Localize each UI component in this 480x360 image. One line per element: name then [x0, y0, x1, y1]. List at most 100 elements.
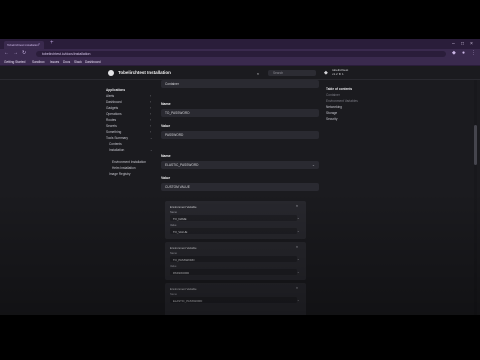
card-title: Environment Variable [170, 205, 197, 209]
reload-icon[interactable]: ↻ [22, 50, 26, 56]
chevron-right-icon[interactable]: › [150, 100, 151, 104]
profile-icon[interactable]: ● [462, 50, 465, 56]
site-logo[interactable] [108, 70, 114, 76]
value-select[interactable]: CUSTOM VALUE [161, 183, 319, 191]
address-bar[interactable]: tobelirchtest.io/docs/installation [36, 50, 446, 57]
chevron-down-icon[interactable]: ⌄ [297, 216, 300, 220]
name-label: Name [161, 102, 171, 106]
close-icon[interactable]: × [38, 41, 40, 46]
window-close-icon[interactable]: × [470, 41, 473, 47]
card-name-label: Name [170, 211, 177, 214]
sidebar-item[interactable]: Gadgets [106, 106, 118, 110]
chevron-right-icon[interactable]: › [150, 130, 151, 134]
chevron-down-icon[interactable]: ⌄ [150, 136, 153, 140]
toc-item[interactable]: Networking [326, 105, 342, 109]
close-icon[interactable]: × [296, 245, 298, 249]
repo-link[interactable]: tobelirchtest v1.2 ★ 1 [332, 68, 348, 76]
card-name-input[interactable]: ELASTIC_PASSWORD [170, 297, 297, 303]
sidebar-item[interactable]: Operations [106, 112, 122, 116]
site-title[interactable]: Tobelirchtest Installation [118, 70, 171, 75]
card-value-label: Value [170, 265, 177, 268]
sidebar-item[interactable]: Helm Installation [112, 166, 136, 170]
sidebar-item[interactable]: Image Registry [109, 172, 130, 176]
menu-icon[interactable]: ⋮ [471, 50, 476, 56]
browser-toolbar: ← → ↻ tobelirchtest.io/docs/installation… [0, 49, 480, 58]
sidebar-item[interactable]: Routes [106, 118, 116, 122]
chevron-down-icon[interactable]: ⌄ [297, 257, 300, 261]
card-value-value: TO_VALUE [173, 229, 188, 234]
sidebar-item[interactable]: Dashboard [106, 100, 122, 104]
sidebar-item-active[interactable]: Environment Installation [112, 160, 146, 164]
card-name-input[interactable]: TO_PASSWORD [170, 256, 297, 262]
sidebar-item[interactable]: Contents [109, 142, 122, 146]
container-field[interactable]: Container [161, 80, 319, 88]
toc-item[interactable]: Container [326, 93, 340, 97]
value-input-value: PASSWORD [165, 133, 184, 138]
minimize-icon[interactable]: – [452, 41, 455, 47]
sidebar-heading: Applications [106, 88, 126, 92]
repo-icon[interactable]: ◆ [324, 70, 328, 76]
sidebar-item[interactable]: Installation [109, 148, 124, 152]
close-icon[interactable]: × [296, 204, 298, 208]
forward-icon[interactable]: → [13, 50, 18, 56]
chevron-right-icon[interactable]: › [150, 94, 151, 98]
toc-item[interactable]: Environment Variables [326, 99, 358, 103]
card-value-input[interactable]: PASSWORD [170, 269, 297, 275]
card-name-input[interactable]: TO_NAME [170, 215, 297, 221]
chevron-right-icon[interactable]: › [150, 106, 151, 110]
name-input-value: TO_PASSWORD [165, 111, 190, 116]
docs-header: Tobelirchtest Installation ◐ Search ◆ to… [0, 66, 480, 80]
chevron-down-icon[interactable]: ⌄ [297, 270, 300, 274]
search-input[interactable]: Search [268, 70, 316, 76]
maximize-icon[interactable]: □ [461, 41, 464, 47]
close-icon[interactable]: × [296, 286, 298, 290]
bookmark-item[interactable]: Issues [50, 60, 59, 64]
sidebar-item[interactable]: Something [106, 130, 121, 134]
card-value-input[interactable]: TO_VALUE [170, 228, 297, 234]
chevron-down-icon[interactable]: ⌄ [297, 298, 300, 302]
sidebar-item[interactable]: Secrets [106, 124, 117, 128]
chevron-right-icon[interactable]: › [150, 112, 151, 116]
browser-window: Tobelirchtest installation × + – □ × ← →… [0, 39, 480, 315]
card-name-value: TO_NAME [173, 216, 187, 221]
bookmark-item[interactable]: Getting Started [4, 60, 25, 64]
toc-item[interactable]: Storage [326, 111, 337, 115]
bookmark-item[interactable]: Docs [63, 60, 70, 64]
card-title: Environment Variable [170, 287, 197, 291]
card-title: Environment Variable [170, 246, 197, 250]
bookmarks-bar: Getting Started Sandbox Issues Docs Slac… [0, 58, 480, 66]
chevron-right-icon[interactable]: › [150, 124, 151, 128]
container-value: Container [165, 82, 179, 87]
toc-item[interactable]: Security [326, 117, 338, 121]
env-var-card: Environment Variable × Name ELASTIC_PASS… [165, 283, 306, 315]
scrollbar-thumb[interactable] [474, 125, 477, 165]
chevron-down-icon[interactable]: ⌄ [150, 148, 153, 152]
toc-heading: Table of contents [326, 87, 353, 91]
name-input[interactable]: TO_PASSWORD [161, 109, 319, 117]
repo-meta: v1.2 ★ 1 [332, 71, 344, 76]
search-placeholder: Search [273, 71, 284, 75]
chevron-right-icon[interactable]: › [150, 118, 151, 122]
back-icon[interactable]: ← [4, 50, 9, 56]
bookmark-item[interactable]: Slack [74, 60, 82, 64]
name-select[interactable]: ELASTIC_PASSWORD [161, 161, 319, 169]
tab-title: Tobelirchtest installation [7, 43, 39, 47]
value-input[interactable]: PASSWORD [161, 131, 319, 139]
theme-toggle-icon[interactable]: ◐ [257, 71, 259, 76]
sidebar-item[interactable]: Tools Summary [106, 136, 128, 140]
bookmark-item[interactable]: Dashboard [85, 60, 101, 64]
env-var-card: Environment Variable × Name TO_PASSWORD … [165, 242, 306, 280]
value-label: Value [161, 176, 171, 180]
new-tab-icon[interactable]: + [50, 40, 54, 46]
sidebar-item[interactable]: Alerts [106, 94, 114, 98]
name-label: Name [161, 154, 171, 158]
card-value-label: Value [170, 224, 177, 227]
extensions-icon[interactable]: ◆ [452, 50, 456, 56]
card-name-label: Name [170, 293, 177, 296]
env-var-card: Environment Variable × Name TO_NAME ⌄ Va… [165, 201, 306, 239]
bookmark-item[interactable]: Sandbox [32, 60, 45, 64]
url-text: tobelirchtest.io/docs/installation [42, 51, 91, 56]
page-scrollbar[interactable] [474, 80, 477, 315]
chevron-down-icon[interactable]: ⌄ [312, 163, 315, 167]
chevron-down-icon[interactable]: ⌄ [297, 229, 300, 233]
